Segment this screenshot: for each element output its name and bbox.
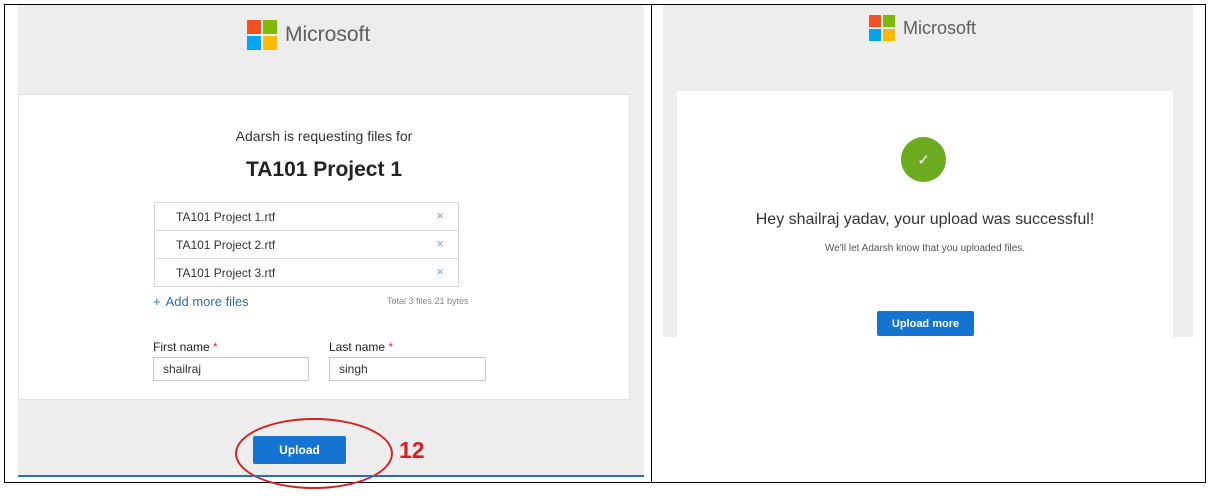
last-name-label: Last name * bbox=[329, 340, 393, 354]
upload-more-button[interactable]: Upload more bbox=[877, 311, 974, 336]
success-card: ✓ Hey shailraj yadav, your upload was su… bbox=[677, 91, 1173, 337]
check-icon: ✓ bbox=[901, 137, 946, 182]
highlight-ellipse bbox=[235, 418, 393, 489]
project-title: TA101 Project 1 bbox=[245, 158, 402, 181]
panel-divider bbox=[651, 4, 652, 483]
files-total: Total 3 files 21 bytes bbox=[387, 296, 469, 306]
file-list: TA101 Project 1.rtf × TA101 Project 2.rt… bbox=[154, 202, 459, 287]
brand-name: Microsoft bbox=[285, 23, 371, 46]
upload-success-panel: Microsoft ✓ Hey shailraj yadav, your upl… bbox=[663, 5, 1193, 337]
microsoft-logo-icon bbox=[869, 15, 895, 41]
required-marker: * bbox=[388, 340, 394, 354]
file-name: TA101 Project 2.rtf bbox=[176, 237, 276, 252]
file-item: TA101 Project 1.rtf × bbox=[155, 203, 458, 231]
success-subtitle: We'll let Adarsh know that you uploaded … bbox=[824, 243, 1026, 254]
first-name-label-text: First name bbox=[153, 340, 210, 354]
requesting-text: Adarsh is requesting files for bbox=[235, 128, 413, 144]
microsoft-logo-icon bbox=[247, 20, 277, 50]
file-name: TA101 Project 1.rtf bbox=[176, 209, 276, 224]
microsoft-header: Microsoft bbox=[869, 15, 976, 41]
required-marker: * bbox=[213, 340, 218, 354]
file-request-panel: Microsoft Adarsh is requesting files for… bbox=[18, 5, 644, 475]
add-more-files-link[interactable]: + Add more files bbox=[153, 294, 249, 309]
file-name: TA101 Project 3.rtf bbox=[176, 265, 276, 280]
brand-name: Microsoft bbox=[903, 17, 977, 38]
step-annotation: 12 bbox=[399, 437, 425, 463]
file-item: TA101 Project 2.rtf × bbox=[155, 231, 458, 259]
first-name-field[interactable]: shailraj bbox=[153, 357, 309, 381]
first-name-label: First name * bbox=[153, 340, 218, 354]
plus-icon: + bbox=[153, 294, 161, 309]
close-icon[interactable]: × bbox=[436, 236, 444, 251]
bottom-rule bbox=[18, 475, 644, 477]
success-title: Hey shailraj yadav, your upload was succ… bbox=[755, 211, 1095, 228]
close-icon[interactable]: × bbox=[436, 208, 444, 223]
last-name-label-text: Last name bbox=[329, 340, 386, 354]
last-name-field[interactable]: singh bbox=[329, 357, 486, 381]
microsoft-header: Microsoft bbox=[247, 20, 370, 50]
file-item: TA101 Project 3.rtf × bbox=[155, 259, 458, 286]
close-icon[interactable]: × bbox=[436, 264, 444, 279]
add-more-files-label: Add more files bbox=[165, 294, 249, 309]
request-card: Adarsh is requesting files for TA101 Pro… bbox=[18, 94, 630, 400]
